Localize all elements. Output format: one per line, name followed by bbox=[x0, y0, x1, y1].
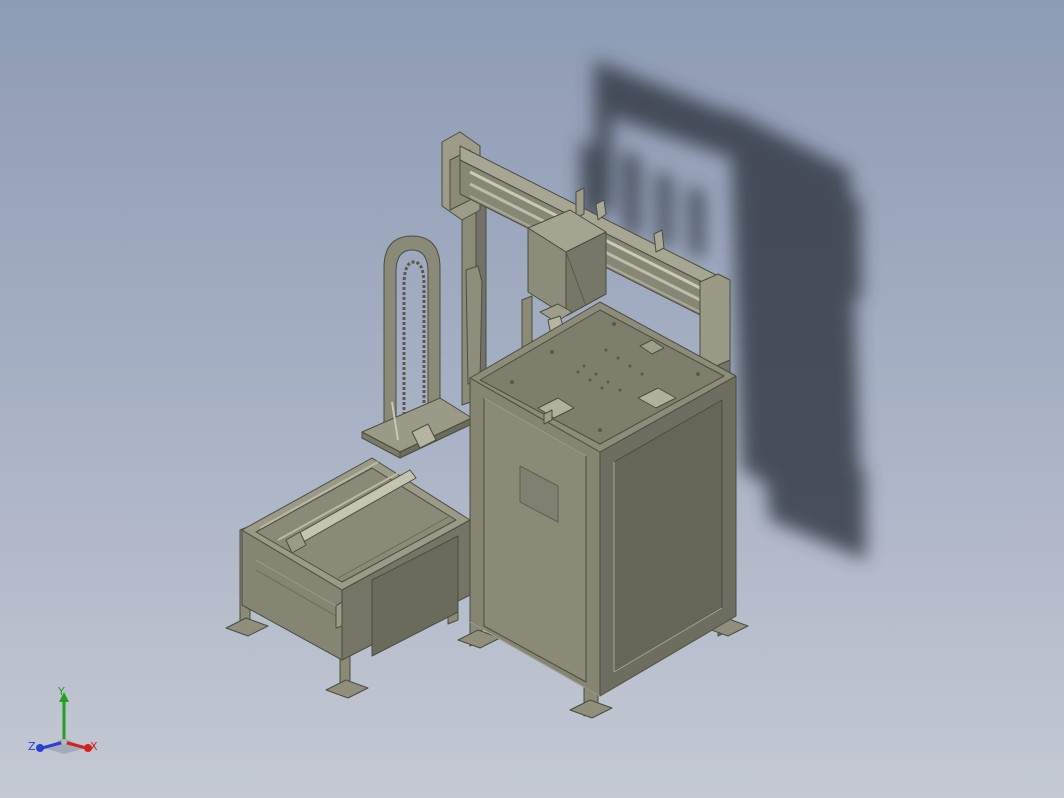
x-axis-label: X bbox=[90, 740, 98, 753]
machine-assembly-model[interactable] bbox=[0, 0, 1064, 798]
chain-guide bbox=[361, 235, 473, 459]
axis-triad: Y X Z bbox=[24, 684, 108, 760]
y-axis-label: Y bbox=[58, 685, 65, 698]
z-axis-label: Z bbox=[28, 740, 36, 753]
conveyor-unit bbox=[225, 457, 471, 699]
cad-3d-viewport[interactable]: Y X Z bbox=[0, 0, 1064, 798]
main-cabinet bbox=[457, 301, 749, 719]
